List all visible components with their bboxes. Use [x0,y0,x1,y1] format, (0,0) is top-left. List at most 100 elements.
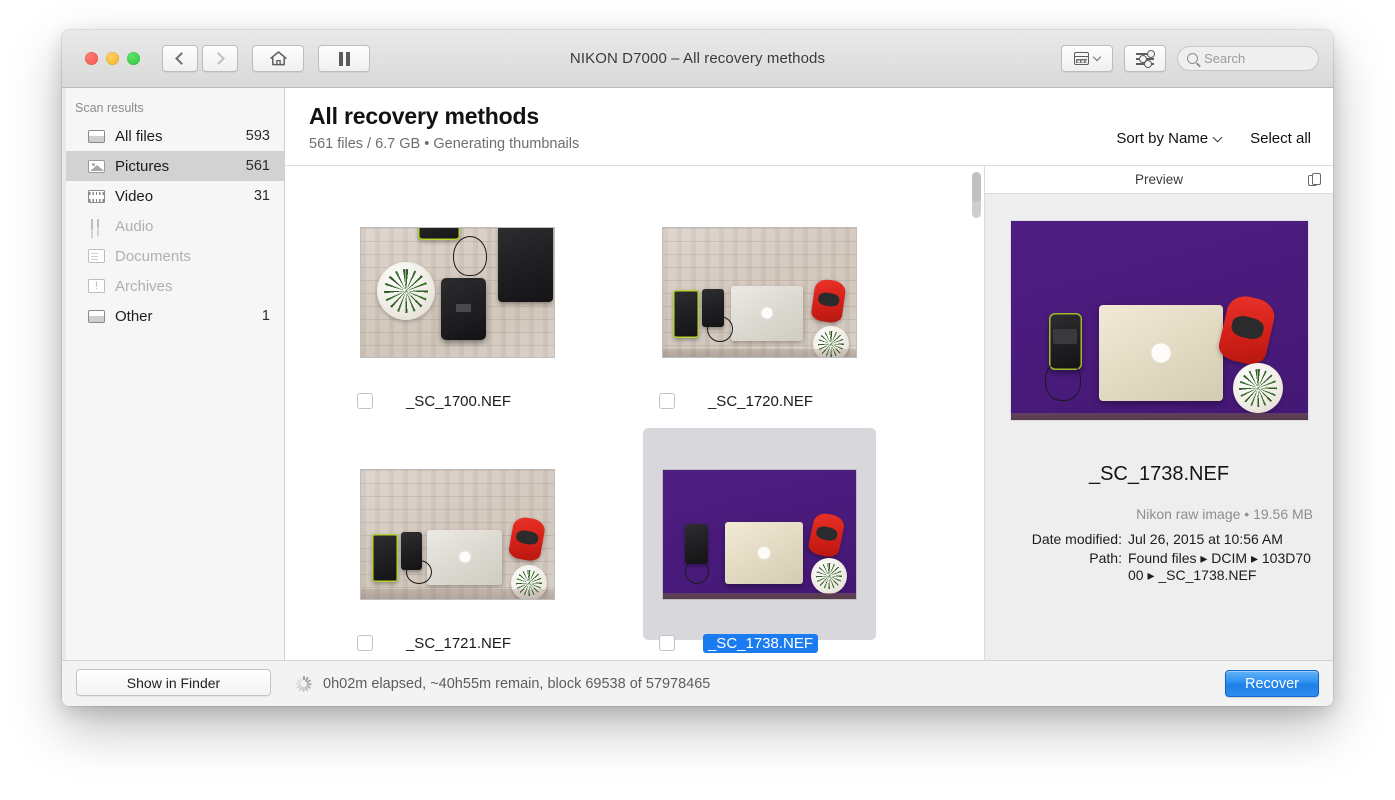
cable [707,315,733,342]
file-name[interactable]: _SC_1700.NEF [373,393,544,410]
preview-filename: _SC_1738.NEF [1088,463,1230,485]
traffic-lights [85,52,140,65]
plant-pot [1232,363,1283,413]
sidebar-item-count: 31 [253,188,270,204]
preview-kind-size: Nikon raw image • 19.56 MB [1136,506,1313,522]
preview-body: _SC_1738.NEF Nikon raw image • 19.56 MB … [985,194,1333,660]
forward-button[interactable] [202,45,238,72]
sidebar-item-label: Documents [115,247,191,265]
file-label-row: _SC_1738.NEF [643,633,876,660]
table-edge [1010,413,1308,420]
app-window: NIKON D7000 – All recovery methods Searc… [62,30,1333,706]
file-checkbox[interactable] [357,635,373,651]
chevron-down-icon [1212,132,1223,142]
pause-scan-button[interactable] [318,45,370,72]
back-button[interactable] [162,45,198,72]
sort-by-button[interactable]: Sort by Name [1116,130,1223,147]
file-grid-container: _SC_1700.NEF _SC_1720.NEF _SC_1721.NEF _… [285,166,985,660]
zoom-button[interactable] [127,52,140,65]
sidebar-item-other[interactable]: Other 1 [62,301,284,331]
file-name[interactable]: _SC_1738.NEF [675,633,846,653]
black-device-left [372,533,398,582]
main-header: All recovery methods 561 files / 6.7 GB … [285,88,1333,166]
home-icon [269,51,287,66]
sidebar-item-count: 593 [245,128,270,144]
wood-edge [361,588,554,599]
toolbar-right-group: Search [1061,45,1319,72]
table-edge [663,592,856,599]
home-button[interactable] [252,45,304,72]
sidebar-list: All files 593 Pictures 561 Video 31 Audi… [62,121,284,660]
phone-detail [1052,329,1077,344]
status-bar: Show in Finder 0h02m elapsed, ~40h55m re… [62,660,1333,706]
recover-button[interactable]: Recover [1225,670,1319,697]
apple-logo [758,546,770,559]
plant-leaves [1238,369,1277,407]
sidebar-item-archives: Archives [62,271,284,301]
external-hard-drive [441,277,486,340]
file-checkbox[interactable] [659,635,675,651]
preview-header: Preview [972,166,1333,202]
film-icon [88,189,105,203]
view-mode-button[interactable] [1061,45,1113,72]
file-label-row: _SC_1721.NEF [341,635,574,660]
chevron-left-icon [175,52,188,65]
sidebar-item-count: 561 [245,158,270,174]
file-name[interactable]: _SC_1721.NEF [373,635,544,652]
toy-car [1215,292,1278,368]
thumbnail-container [341,186,574,398]
file-grid: _SC_1700.NEF _SC_1720.NEF _SC_1721.NEF _… [285,166,984,660]
sidebar-item-pictures[interactable]: Pictures 561 [62,151,284,181]
sidebar-footer: Show in Finder [62,658,285,706]
archive-icon [88,279,105,294]
sidebar-item-label: Audio [115,217,154,235]
sliders-icon [1136,51,1155,68]
plant-pot [377,261,435,320]
gold-laptop [725,521,803,584]
file-grid-item[interactable]: _SC_1720.NEF [643,186,876,428]
window-titlebar: NIKON D7000 – All recovery methods Searc… [62,30,1333,88]
photo-scene-purple-laptop [663,469,856,599]
show-in-finder-button[interactable]: Show in Finder [76,669,271,696]
file-grid-item-selected[interactable]: _SC_1738.NEF [643,428,876,660]
cable [685,557,709,584]
path-label: Path: [1089,550,1122,566]
status-text: 0h02m elapsed, ~40h55m remain, block 695… [323,675,711,692]
preview-image [1009,220,1309,421]
wood-edge [663,348,856,357]
file-grid-item[interactable]: _SC_1700.NEF [341,186,574,428]
minimize-button[interactable] [106,52,119,65]
black-laptop [498,227,553,302]
file-checkbox[interactable] [659,393,675,409]
sidebar-item-all-files[interactable]: All files 593 [62,121,284,151]
toy-car [806,510,847,559]
file-label-row: _SC_1700.NEF [341,393,574,428]
filter-settings-button[interactable] [1124,45,1166,72]
sidebar-item-audio: Audio [62,211,284,241]
chevron-down-icon [1092,52,1102,62]
thumbnail-container [643,428,876,640]
file-name[interactable]: _SC_1720.NEF [675,393,846,410]
status-sidebar-spacer: Show in Finder [62,658,285,706]
file-checkbox[interactable] [357,393,373,409]
sidebar-item-video[interactable]: Video 31 [62,181,284,211]
search-field[interactable]: Search [1177,46,1319,71]
preview-pane: Preview _SC_1738.NEF Nikon raw image • 1… [972,166,1333,660]
black-device-left [673,289,699,338]
duplicate-panes-icon[interactable] [1308,173,1321,187]
plant-leaves [384,268,428,313]
file-grid-item[interactable]: _SC_1721.NEF [341,428,574,660]
cable [1044,361,1081,401]
preview-scrollbar[interactable] [972,172,981,202]
cable [453,235,487,276]
thumbnail-image [360,468,555,600]
sidebar-item-documents: Documents [62,241,284,271]
music-note-icon [88,219,105,233]
sidebar-item-label: Archives [115,277,173,295]
screenshot-root: NIKON D7000 – All recovery methods Searc… [0,0,1395,800]
close-button[interactable] [85,52,98,65]
select-all-button[interactable]: Select all [1250,130,1311,147]
silver-laptop [731,285,803,341]
toy-car [507,515,547,562]
chevron-right-icon [212,52,225,65]
